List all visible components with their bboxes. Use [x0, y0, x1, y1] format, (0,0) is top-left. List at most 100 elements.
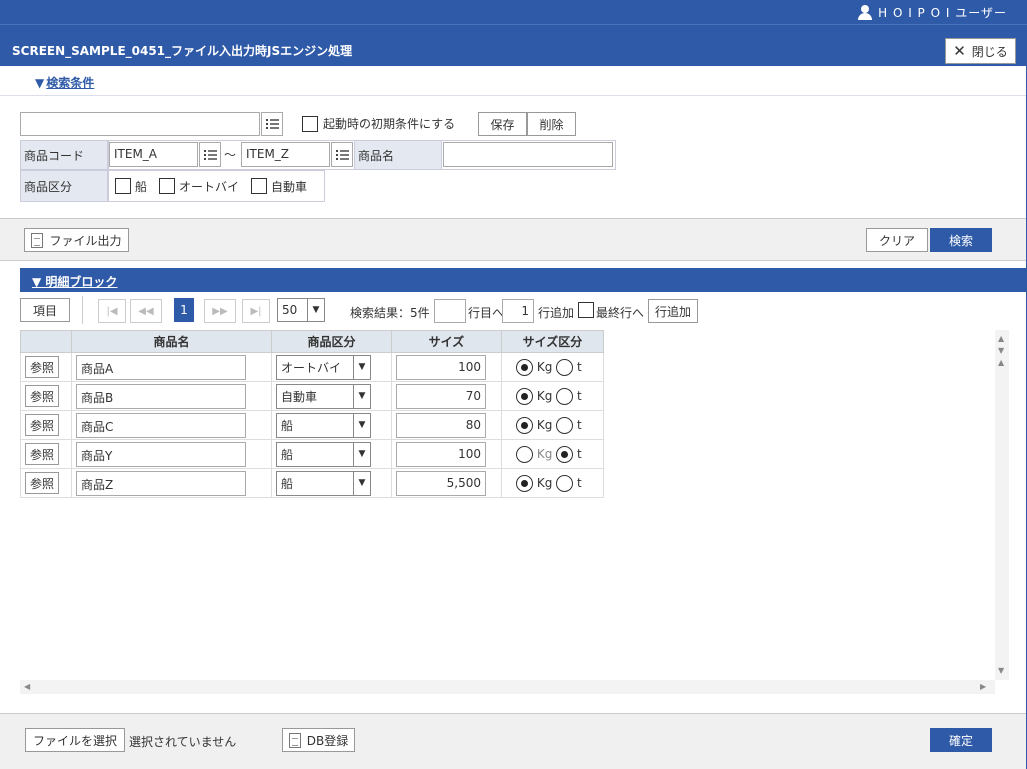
- size-unit-cell: Kg t: [501, 439, 604, 469]
- reference-button[interactable]: 参照: [25, 472, 59, 494]
- scroll-left-icon[interactable]: ◀: [24, 682, 30, 691]
- product-code-from-list-button[interactable]: [199, 142, 221, 167]
- last-page-icon[interactable]: ▶|: [242, 299, 270, 323]
- size-field[interactable]: 5,500: [396, 470, 486, 496]
- add-count-input[interactable]: 1: [502, 299, 534, 323]
- scroll-up-icon[interactable]: ▼: [998, 346, 1004, 355]
- goto-row-input[interactable]: [434, 299, 466, 323]
- next-page-icon[interactable]: ▶▶: [204, 299, 236, 323]
- search-condition-toggle[interactable]: ▼ 検索条件: [35, 74, 94, 91]
- delete-condition-button[interactable]: 削除: [527, 112, 576, 136]
- document-icon: [288, 732, 301, 748]
- prev-page-icon[interactable]: ◀◀: [130, 299, 162, 323]
- product-code-to-list-button[interactable]: [331, 142, 353, 167]
- dropdown-arrow-icon: ▼: [353, 384, 370, 408]
- size-field[interactable]: 100: [396, 354, 486, 380]
- col-ref: [20, 330, 72, 353]
- product-code-from-input[interactable]: ITEM_A: [109, 142, 198, 167]
- clear-button[interactable]: クリア: [866, 228, 928, 252]
- col-size-unit: サイズ区分: [501, 330, 604, 353]
- col-size: サイズ: [391, 330, 502, 353]
- product-name-field[interactable]: 商品A: [76, 354, 246, 380]
- dropdown-arrow-icon: ▼: [353, 442, 370, 466]
- unit-kg-radio[interactable]: [516, 445, 533, 463]
- size-cell: 80: [391, 410, 502, 440]
- product-code-to-input[interactable]: ITEM_Z: [241, 142, 330, 167]
- unit-kg-radio[interactable]: [516, 387, 533, 405]
- add-row-button[interactable]: 行追加: [648, 299, 698, 323]
- unit-t-radio[interactable]: [556, 445, 574, 463]
- table-row: 参照 商品B 自動車 ▼ 70 Kg t: [20, 381, 604, 411]
- vertical-scrollbar[interactable]: ▲ ▼ ▲ ▼: [995, 330, 1009, 680]
- search-condition-panel: 起動時の初期条件にする 保存 削除 商品コード ITEM_A ～ ITEM_Z …: [0, 96, 1027, 218]
- category-select[interactable]: 自動車 ▼: [276, 383, 371, 409]
- current-page-button[interactable]: 1: [174, 298, 194, 322]
- category-select[interactable]: オートバイ ▼: [276, 354, 371, 380]
- unit-kg-label: Kg: [536, 417, 553, 432]
- category-ship-checkbox[interactable]: [115, 178, 131, 194]
- size-unit-cell: Kg t: [501, 352, 604, 382]
- ref-cell: 参照: [20, 352, 72, 382]
- product-name-input[interactable]: [443, 142, 613, 167]
- confirm-button[interactable]: 確定: [930, 728, 992, 752]
- unit-t-radio[interactable]: [556, 387, 574, 405]
- size-field[interactable]: 70: [396, 383, 486, 409]
- unit-t-radio[interactable]: [556, 474, 574, 492]
- category-car-checkbox[interactable]: [251, 178, 268, 194]
- product-name-field[interactable]: 商品Y: [76, 441, 246, 467]
- scroll-right-icon[interactable]: ▶: [980, 682, 986, 691]
- product-name-label: 商品名: [354, 140, 442, 170]
- category-cell: 自動車 ▼: [271, 381, 392, 411]
- saved-condition-list-button[interactable]: [261, 112, 283, 136]
- collapse-triangle-icon: ▼: [35, 76, 45, 90]
- size-cell: 5,500: [391, 468, 502, 498]
- unit-t-radio[interactable]: [556, 416, 574, 434]
- unit-kg-radio[interactable]: [516, 358, 533, 376]
- startup-default-checkbox[interactable]: [302, 115, 318, 132]
- product-name-field[interactable]: 商品Z: [76, 470, 246, 496]
- save-condition-button[interactable]: 保存: [478, 112, 527, 136]
- horizontal-scrollbar[interactable]: ◀ ▶: [20, 680, 995, 694]
- page-size-select[interactable]: 50 ▼: [277, 298, 325, 322]
- reference-button[interactable]: 参照: [25, 443, 59, 465]
- db-register-button[interactable]: DB登録: [282, 728, 355, 752]
- first-page-icon[interactable]: |◀: [98, 299, 126, 323]
- category-motorbike-checkbox[interactable]: [159, 178, 176, 194]
- col-product-name: 商品名: [71, 330, 272, 353]
- unit-kg-radio[interactable]: [516, 416, 533, 434]
- saved-condition-input[interactable]: [20, 112, 260, 136]
- user-display: H O I P O I ユーザー: [858, 4, 1007, 21]
- product-category-label: 商品区分: [20, 170, 108, 202]
- document-icon: [31, 232, 44, 248]
- scroll-up-icon[interactable]: ▲: [998, 358, 1004, 367]
- scroll-up-icon[interactable]: ▲: [998, 334, 1004, 343]
- size-field[interactable]: 100: [396, 441, 486, 467]
- close-button[interactable]: ✕ 閉じる: [945, 38, 1016, 64]
- product-name-field[interactable]: 商品B: [76, 383, 246, 409]
- items-button[interactable]: 項目: [20, 298, 70, 322]
- product-category-options: 船 オートバイ 自動車: [108, 170, 325, 202]
- category-motorbike-label: オートバイ: [179, 179, 240, 194]
- detail-block-toggle[interactable]: ▼ 明細ブロック: [32, 273, 117, 290]
- top-bar: H O I P O I ユーザー: [0, 0, 1027, 24]
- scroll-down-icon[interactable]: ▼: [998, 666, 1004, 675]
- pagination-bar: 項目 |◀ ◀◀ 1 ▶▶ ▶| 50 ▼ 検索結果：5件 行目へ 1 行追加 …: [20, 296, 1027, 326]
- last-row-checkbox[interactable]: [578, 302, 594, 318]
- reference-button[interactable]: 参照: [25, 414, 59, 436]
- category-select[interactable]: 船 ▼: [276, 441, 371, 467]
- product-name-field[interactable]: 商品C: [76, 412, 246, 438]
- category-select[interactable]: 船 ▼: [276, 412, 371, 438]
- search-button[interactable]: 検索: [930, 228, 992, 252]
- choose-file-button[interactable]: ファイルを選択: [25, 728, 125, 752]
- close-label: 閉じる: [971, 44, 1008, 59]
- reference-button[interactable]: 参照: [25, 356, 59, 378]
- product-name-cell: 商品A: [71, 352, 272, 382]
- unit-t-radio[interactable]: [556, 358, 574, 376]
- category-car-label: 自動車: [271, 179, 308, 194]
- size-field[interactable]: 80: [396, 412, 486, 438]
- category-select[interactable]: 船 ▼: [276, 470, 371, 496]
- unit-kg-radio[interactable]: [516, 474, 533, 492]
- category-ship-label: 船: [135, 179, 148, 194]
- file-output-button[interactable]: ファイル出力: [24, 228, 129, 252]
- reference-button[interactable]: 参照: [25, 385, 59, 407]
